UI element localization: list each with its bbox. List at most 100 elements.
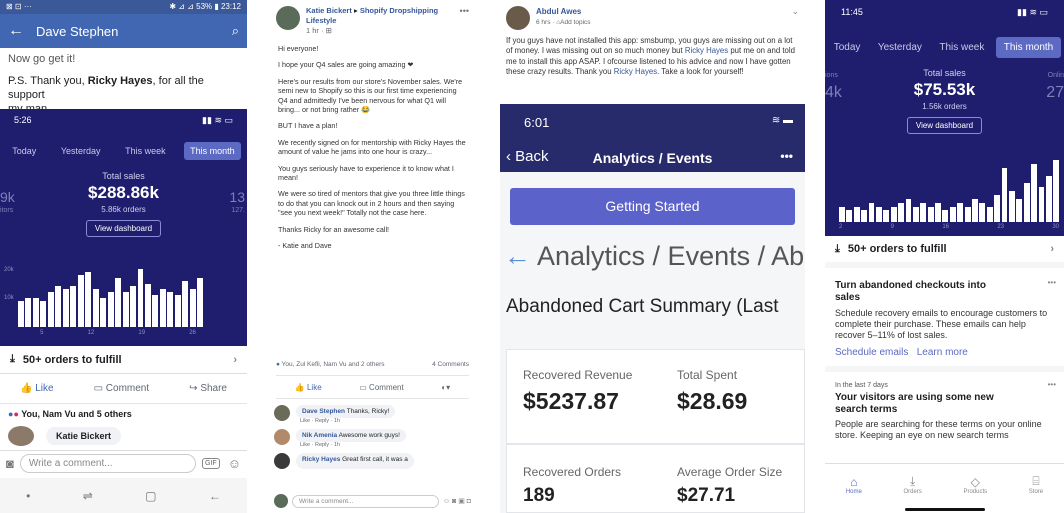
tab-yesterday[interactable]: Yesterday bbox=[55, 142, 107, 160]
like-button[interactable]: 👍 Like bbox=[20, 383, 54, 394]
tab-today[interactable]: Today bbox=[828, 38, 867, 57]
like-button[interactable]: 👍 Like bbox=[295, 383, 322, 392]
tab-this-month[interactable]: This month bbox=[184, 142, 241, 160]
comment-button[interactable]: ▭ Comment bbox=[94, 383, 150, 394]
post-author-block: Katie Bickert ▸ Shopify Dropshipping Lif… bbox=[306, 6, 460, 36]
reactions-row[interactable]: ● You, Zul Kefli, Nam Vu and 2 others 4 … bbox=[276, 361, 469, 368]
comment-composer: ◙ Write a comment... GIF ☺ bbox=[0, 450, 247, 476]
comment-button[interactable]: ▭ Comment bbox=[359, 383, 403, 392]
total-sales-block: Total sales $75.53k 1.56k orders View da… bbox=[825, 68, 1064, 134]
comment-meta[interactable]: Like · Reply · 1h bbox=[296, 442, 406, 448]
total-sales-block: Total sales $288.86k 5.86k orders View d… bbox=[0, 171, 247, 237]
comment-author[interactable]: Dave Stephen bbox=[302, 408, 345, 415]
comment-text: Great first call, it was a bbox=[342, 456, 408, 463]
add-topics-link[interactable]: Add topics bbox=[560, 19, 590, 26]
post-paragraph: You guys seriously have to experience it… bbox=[278, 163, 454, 183]
comments-count[interactable]: 4 Comments bbox=[432, 361, 469, 368]
phone-time: 11:45 bbox=[841, 7, 863, 17]
chart-bar bbox=[152, 295, 159, 327]
mention-link[interactable]: Ricky Hayes bbox=[88, 75, 153, 87]
tab-this-week[interactable]: This week bbox=[933, 38, 990, 57]
chart-bar bbox=[920, 202, 927, 222]
comment-composer: Write a comment... ☺ ◙ ▣ ◘ bbox=[274, 492, 471, 510]
right-metric: 13 bbox=[229, 189, 245, 205]
recents-icon[interactable]: ⇌ bbox=[83, 489, 93, 503]
nav-products[interactable]: ◇ Products bbox=[963, 475, 987, 495]
chart-bar bbox=[1045, 175, 1052, 222]
right-metric: 27 bbox=[1046, 84, 1064, 101]
emoji-icons[interactable]: ☺ ◙ ▣ ◘ bbox=[443, 497, 471, 505]
chart-bar bbox=[189, 289, 196, 327]
comment-text: Thanks, Ricky! bbox=[346, 408, 390, 415]
chart-bar bbox=[875, 206, 882, 222]
chart-bar bbox=[92, 289, 99, 327]
back-icon[interactable]: ← bbox=[209, 489, 221, 503]
chart-bar bbox=[868, 202, 875, 222]
x-ticks: 2 9 16 23 30 bbox=[839, 224, 1059, 230]
avatar bbox=[274, 405, 290, 421]
card-links: Schedule emails Learn more bbox=[835, 347, 1054, 358]
date-tabs: Today Yesterday This week This month bbox=[825, 37, 1064, 58]
chart-bar bbox=[905, 198, 912, 222]
download-icon: ⤓ bbox=[10, 353, 15, 365]
post-paragraph: We were so tired of mentors that give yo… bbox=[278, 189, 465, 218]
mention-link[interactable]: Ricky Hayes bbox=[685, 46, 728, 55]
nav-title: Analytics / Events bbox=[592, 150, 713, 166]
more-options-icon[interactable]: ••• bbox=[1048, 380, 1056, 389]
tab-this-month[interactable]: This month bbox=[995, 37, 1062, 58]
comment-meta[interactable]: Like · Reply · 1h bbox=[296, 418, 395, 424]
gif-button[interactable]: GIF bbox=[202, 458, 220, 469]
nav-store[interactable]: ⌸ Store bbox=[1029, 474, 1043, 495]
comment-input[interactable]: Write a comment... bbox=[292, 494, 439, 508]
tab-yesterday[interactable]: Yesterday bbox=[872, 38, 928, 57]
tab-today[interactable]: Today bbox=[6, 142, 42, 160]
camera-icon[interactable]: ◙ bbox=[6, 456, 14, 471]
nav-orders[interactable]: ⤓ Orders bbox=[903, 474, 921, 495]
comment-author[interactable]: Ricky Hayes bbox=[302, 456, 340, 463]
fulfill-row[interactable]: ⤓ 50+ orders to fulfill › bbox=[825, 236, 1064, 268]
comment-author[interactable]: Nik Amenia bbox=[302, 432, 337, 439]
commenter-name[interactable]: Katie Bickert bbox=[46, 427, 122, 445]
chart-bar bbox=[853, 206, 860, 222]
post-header: Katie Bickert ▸ Shopify Dropshipping Lif… bbox=[270, 0, 475, 36]
share-button[interactable]: ↪ Share bbox=[189, 383, 227, 394]
chart-bar bbox=[70, 286, 77, 327]
view-dashboard-button[interactable]: View dashboard bbox=[85, 220, 162, 237]
home-icon[interactable]: ▢ bbox=[145, 489, 156, 503]
mention-link[interactable]: Ricky Hayes bbox=[614, 67, 657, 76]
dot-icon[interactable]: • bbox=[26, 489, 30, 503]
metric-value: $5237.87 bbox=[523, 388, 619, 414]
home-indicator bbox=[905, 508, 985, 511]
emoji-icon[interactable]: ☺ bbox=[228, 456, 241, 471]
post-paragraph: BUT I have a plan! bbox=[278, 121, 338, 131]
more-options-icon[interactable]: ••• bbox=[1048, 278, 1056, 287]
fulfill-row[interactable]: ⤓ 50+ orders to fulfill › bbox=[0, 346, 247, 374]
tab-this-week[interactable]: This week bbox=[119, 142, 172, 160]
search-icon[interactable]: ⌕ bbox=[232, 23, 239, 39]
learn-more-link[interactable]: Learn more bbox=[917, 347, 968, 358]
author-name[interactable]: Abdul Awes bbox=[536, 7, 581, 16]
getting-started-button[interactable]: Getting Started bbox=[510, 188, 795, 225]
post-paragraph: We recently signed on for mentorship wit… bbox=[278, 137, 466, 157]
phone-status: 11:45 ▮▮ ≋ ▭ bbox=[825, 0, 1064, 25]
comment-input[interactable]: Write a comment... bbox=[19, 454, 197, 473]
chevron-right-icon: › bbox=[233, 353, 237, 366]
more-options-icon[interactable]: ••• bbox=[460, 6, 469, 36]
avatar bbox=[276, 6, 300, 30]
back-arrow-icon[interactable]: ← bbox=[8, 22, 24, 40]
chevron-down-icon[interactable]: ⌄ bbox=[791, 6, 799, 30]
schedule-emails-link[interactable]: Schedule emails bbox=[835, 347, 908, 358]
reactions-row[interactable]: ●● You, Nam Vu and 5 others bbox=[0, 404, 247, 424]
avatar bbox=[506, 6, 530, 30]
right-metric-label: Onlin bbox=[1047, 72, 1064, 79]
x-tick: 23 bbox=[997, 224, 1004, 230]
author-name[interactable]: Katie Bickert bbox=[306, 6, 352, 15]
chart-bar bbox=[898, 202, 905, 222]
back-arrow-icon[interactable]: ← bbox=[504, 241, 531, 271]
nav-home[interactable]: ⌂ Home bbox=[846, 475, 862, 495]
page-heading: ← Analytics / Events / Ab bbox=[504, 241, 805, 271]
view-dashboard-button[interactable]: View dashboard bbox=[906, 117, 983, 134]
audience-icon[interactable]: ◐▾ bbox=[441, 383, 450, 392]
more-button[interactable]: ••• bbox=[780, 149, 793, 163]
share-icon: ↪ bbox=[189, 383, 198, 394]
